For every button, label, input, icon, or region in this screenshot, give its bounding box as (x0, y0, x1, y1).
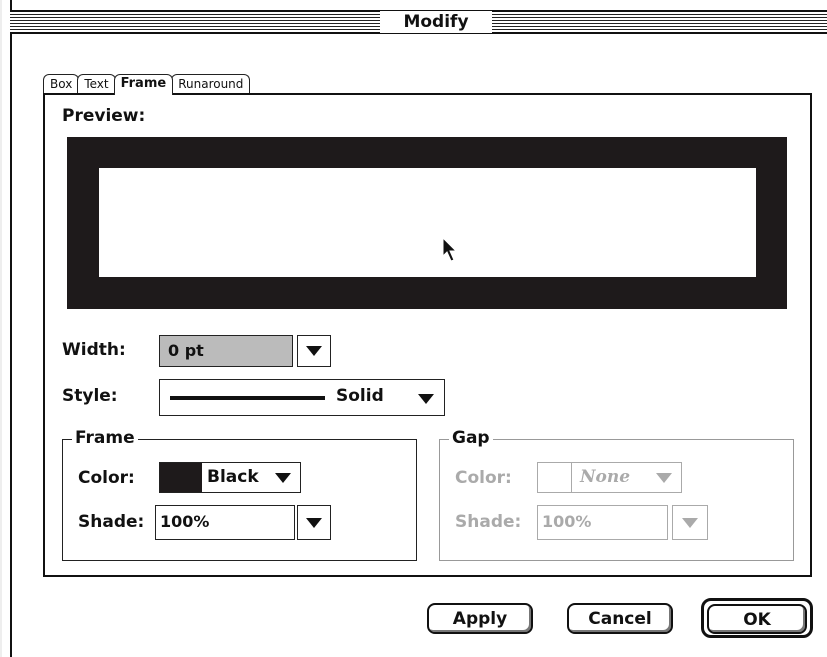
ok-button[interactable]: OK (707, 604, 807, 634)
style-value: Solid (336, 386, 384, 406)
window-title: Modify (380, 11, 492, 33)
frame-shade-label: Shade: (78, 512, 145, 532)
width-dropdown-button[interactable] (297, 335, 331, 367)
chevron-down-icon (418, 394, 434, 404)
style-label: Style: (62, 386, 118, 406)
gap-color-label: Color: (455, 468, 512, 488)
color-swatch (160, 463, 202, 492)
width-label: Width: (62, 340, 126, 360)
frame-shade-field[interactable]: 100% (155, 505, 295, 540)
frame-shade-dropdown-button[interactable] (297, 505, 331, 540)
tab-runaround[interactable]: Runaround (171, 74, 251, 94)
frame-color-value: Black (207, 467, 259, 487)
modify-dialog: Modify Box Text Frame Runaround Preview:… (0, 0, 827, 657)
gap-color-value: None (580, 467, 631, 487)
arrow-cursor-icon (442, 237, 458, 262)
gap-shade-dropdown-button[interactable] (672, 505, 708, 540)
chevron-down-icon (306, 518, 322, 528)
color-swatch (538, 463, 572, 492)
frame-preview-interior (99, 168, 756, 277)
tab-text[interactable]: Text (77, 74, 116, 94)
frame-group-title: Frame (72, 428, 138, 448)
chevron-down-icon (306, 346, 322, 356)
chevron-down-icon (656, 473, 672, 483)
gap-shade-field[interactable]: 100% (537, 505, 668, 540)
preview-label: Preview: (62, 106, 146, 126)
window-border (10, 0, 12, 657)
chevron-down-icon (275, 473, 291, 483)
style-popup[interactable]: Solid (159, 379, 445, 416)
gap-shade-label: Shade: (455, 512, 522, 532)
frame-group-box (62, 439, 417, 561)
frame-color-popup[interactable]: Black (159, 462, 301, 493)
frame-color-label: Color: (78, 468, 135, 488)
tab-box[interactable]: Box (43, 74, 80, 94)
gap-group-box (439, 439, 794, 561)
tab-bar: Box Text Frame Runaround (43, 74, 251, 95)
title-bar[interactable]: Modify (10, 10, 827, 34)
cancel-button[interactable]: Cancel (567, 603, 673, 634)
window-edge (0, 0, 2, 657)
chevron-down-icon (682, 518, 698, 528)
gap-color-popup[interactable]: None (537, 462, 682, 493)
tab-frame[interactable]: Frame (113, 74, 174, 95)
width-field[interactable]: 0 pt (159, 335, 293, 367)
line-style-sample (170, 396, 325, 400)
gap-group-title: Gap (449, 428, 493, 448)
apply-button[interactable]: Apply (427, 603, 533, 634)
